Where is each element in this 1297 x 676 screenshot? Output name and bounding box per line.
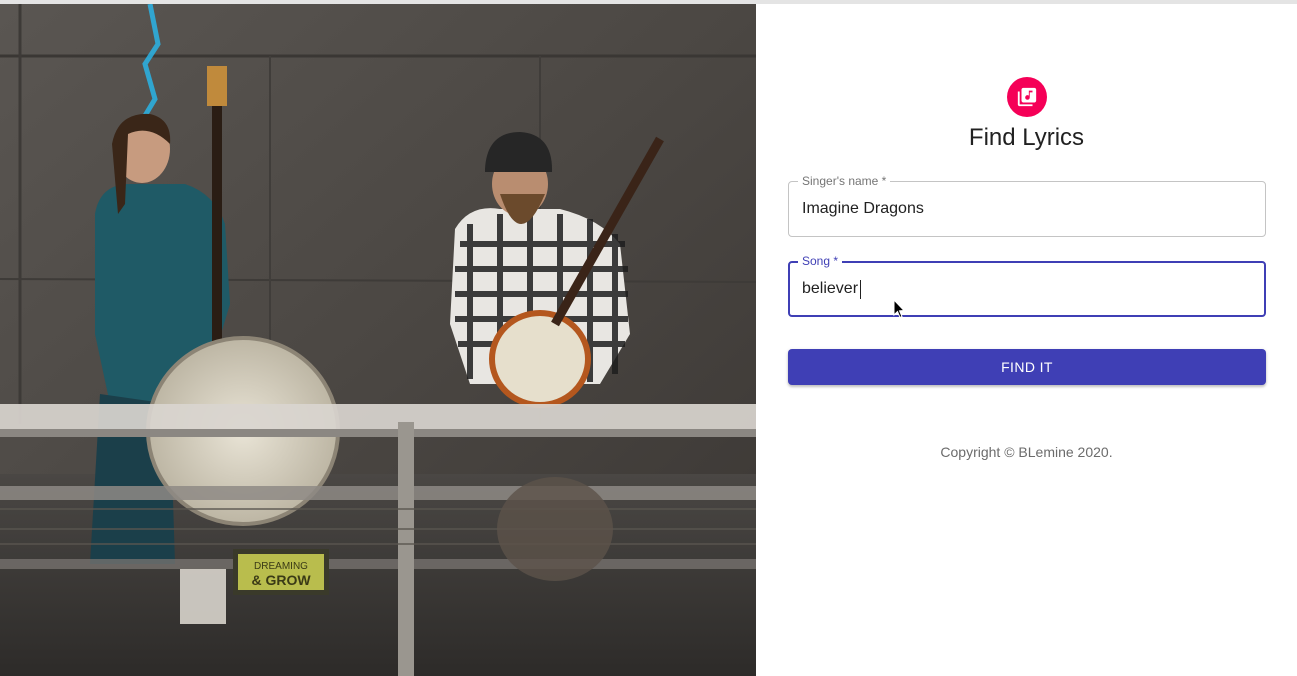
- song-input[interactable]: [802, 262, 1242, 316]
- copyright-text: Copyright © BLemine 2020.: [940, 444, 1113, 460]
- singer-name-field[interactable]: Singer's name *: [788, 173, 1266, 237]
- find-lyrics-panel: Find Lyrics Singer's name * Song * FIND …: [756, 4, 1297, 676]
- mouse-pointer-icon: [893, 298, 906, 324]
- sign-text-line1: DREAMING: [254, 561, 308, 572]
- text-caret: [860, 280, 861, 299]
- find-it-button[interactable]: FIND IT: [788, 349, 1266, 385]
- sign-text-line2: & GROW: [251, 572, 311, 588]
- singer-name-input[interactable]: [802, 182, 1242, 236]
- song-field[interactable]: Song *: [788, 253, 1266, 317]
- hero-image-street-musicians: DREAMING & GROW: [0, 4, 756, 676]
- page-title: Find Lyrics: [968, 124, 1085, 151]
- music-library-icon: [1007, 77, 1047, 117]
